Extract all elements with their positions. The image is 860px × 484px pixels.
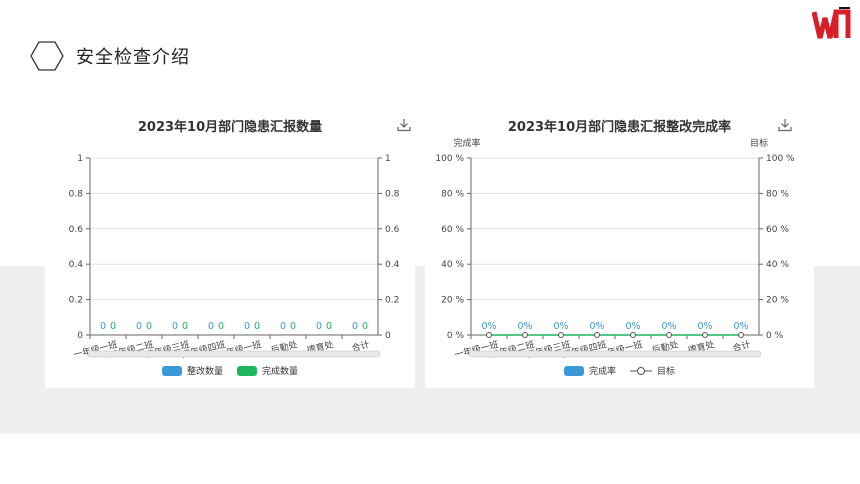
bar-value-label: 0: [100, 321, 106, 332]
chart-legend: 整改数量 完成数量: [45, 364, 415, 377]
bar-value-label: 0: [316, 321, 322, 332]
bar-value-label: 0: [208, 321, 214, 332]
y-tick-label: 0.2: [69, 296, 83, 306]
legend-label: 目标: [657, 367, 676, 377]
y-tick-label: 100 %: [435, 154, 464, 164]
y-tick-label: 80 %: [441, 189, 464, 199]
bar-value-label: 0: [172, 321, 178, 332]
legend-swatch: [161, 365, 182, 376]
bar-value-label: 0: [326, 321, 332, 332]
bar-value-label: 0: [182, 321, 188, 332]
bar-value-label: 0%: [481, 321, 496, 332]
bar-value-label: 0: [218, 321, 224, 332]
y2-axis-title: 目标: [750, 137, 768, 149]
zoom-slider-track: [87, 350, 381, 358]
bar-value-label: 0: [280, 321, 286, 332]
bar-value-label: 0: [136, 321, 142, 332]
y-tick-label: 1: [77, 154, 83, 164]
bar-chart-quantity: 0 00.2 0.20.4 0.40.6 0.60.8 0.81 1一年级一班二年级二班三年…: [69, 154, 400, 361]
target-point: [702, 332, 708, 338]
legend-item[interactable]: 目标: [630, 364, 675, 377]
target-point: [558, 332, 564, 338]
bar-chart-rate: 0 % 0 % 20 % 20 % 40 % 40 % 60 % 60 % 80 % 80 % 10…: [435, 137, 795, 361]
bar-value-label: 0: [110, 321, 116, 332]
zoom-slider-track: [468, 350, 762, 358]
y-axis-title: 完成率: [453, 137, 480, 149]
y2-tick-label: 20 %: [766, 296, 789, 306]
chart-legend: 完成率 目标: [425, 364, 814, 377]
legend-swatch: [237, 365, 257, 376]
y2-tick-label: 0: [385, 331, 391, 341]
bar-value-label: 0: [290, 321, 296, 332]
y-tick-label: 60 %: [441, 225, 464, 235]
legend-label: 完成数量: [262, 367, 299, 377]
target-point: [594, 332, 600, 338]
page-title: 安全检查介绍: [76, 47, 190, 68]
bar-value-label: 0: [244, 321, 250, 332]
y2-tick-label: 60 %: [766, 225, 789, 235]
target-point: [630, 332, 636, 338]
y2-tick-label: 0.2: [385, 296, 399, 306]
bar-value-label: 0%: [589, 321, 604, 332]
y-tick-label: 0 %: [447, 331, 465, 341]
brand-logo-icon: [812, 7, 851, 39]
target-point: [666, 332, 672, 338]
bar-value-label: 0%: [517, 321, 532, 332]
y-tick-label: 40 %: [441, 260, 464, 270]
bar-value-label: 0%: [553, 321, 568, 332]
y-tick-label: 0.4: [69, 260, 84, 270]
slide: 安全检查介绍 2023年10月部门隐患汇报数量 0 0 0.2 0.2 0.4 0.4 0.…: [0, 0, 860, 484]
y2-tick-label: 0 %: [766, 331, 784, 341]
y-tick-label: 0.8: [69, 189, 84, 199]
bar-value-label: 0%: [733, 321, 748, 332]
target-point: [486, 332, 492, 338]
target-point: [738, 332, 744, 338]
legend-item[interactable]: 整改数量: [161, 364, 223, 377]
legend-item[interactable]: 完成数量: [237, 364, 298, 377]
y-tick-label: 20 %: [441, 296, 464, 306]
bar-value-label: 0: [146, 321, 152, 332]
legend-label: 完成率: [588, 367, 616, 377]
bar-value-label: 0: [254, 321, 260, 332]
bar-value-label: 0: [352, 321, 358, 332]
bar-value-label: 0: [362, 321, 368, 332]
y2-tick-label: 0.8: [385, 189, 400, 199]
legend-swatch: [563, 365, 584, 376]
y-tick-label: 0.6: [69, 225, 84, 235]
chart-card-rate: 2023年10月部门隐患汇报整改完成率 0 % 0 % 20 % 20 % 40 % 40…: [425, 102, 814, 388]
y2-tick-label: 0.4: [385, 260, 400, 270]
y-tick-label: 0: [77, 331, 83, 341]
legend-item[interactable]: 完成率: [563, 364, 616, 377]
bar-value-label: 0%: [661, 321, 676, 332]
bar-value-label: 0%: [697, 321, 712, 332]
page-header: 安全检查介绍: [30, 36, 190, 76]
y2-tick-label: 1: [385, 154, 391, 164]
bar-value-label: 0%: [625, 321, 640, 332]
y2-tick-label: 100 %: [766, 154, 795, 164]
hexagon-icon: [30, 41, 64, 71]
legend-label: 整改数量: [186, 367, 223, 377]
y2-tick-label: 40 %: [766, 260, 789, 270]
y2-tick-label: 0.6: [385, 225, 400, 235]
y2-tick-label: 80 %: [766, 189, 789, 199]
target-point: [522, 332, 528, 338]
legend-line-marker-icon: [630, 366, 652, 375]
chart-card-quantity: 2023年10月部门隐患汇报数量 0 0 0.2 0.2 0.4 0.4 0.6 0.6 0.8…: [45, 102, 415, 388]
